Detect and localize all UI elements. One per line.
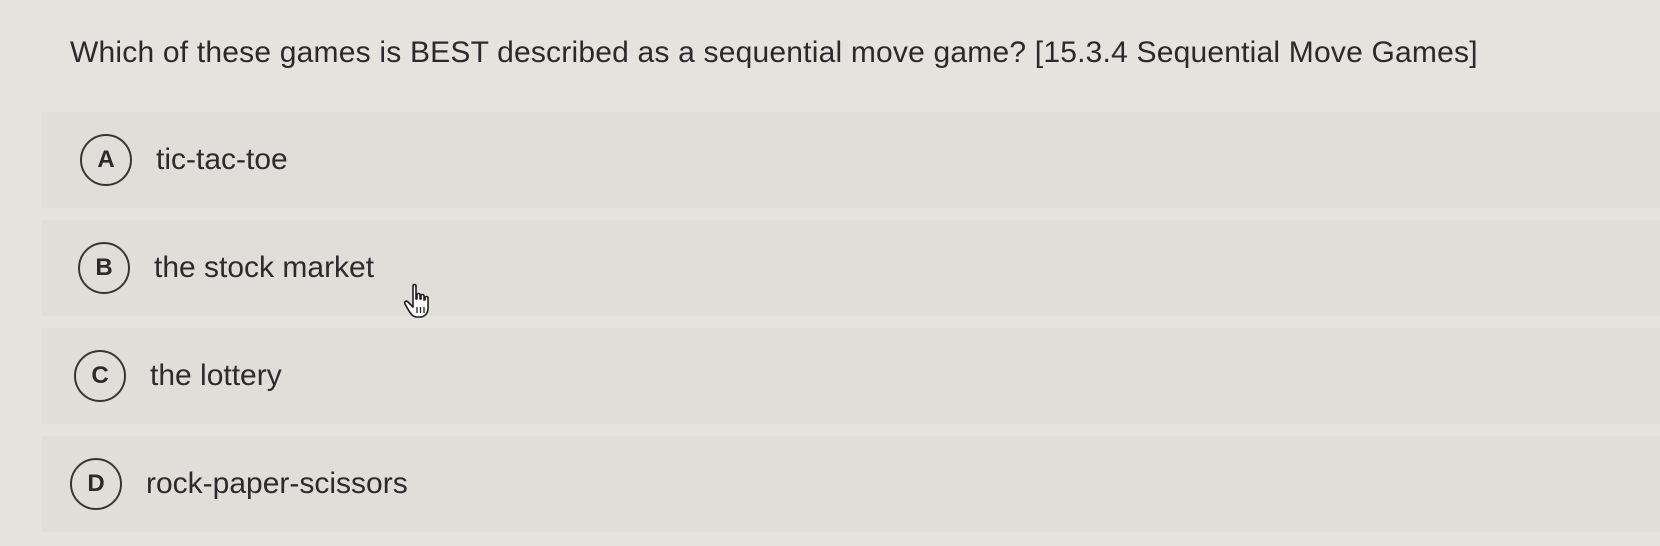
option-b-letter-badge: B bbox=[78, 242, 130, 294]
option-b[interactable]: B the stock market bbox=[42, 220, 1660, 316]
option-a[interactable]: A tic-tac-toe bbox=[42, 112, 1660, 208]
hand-pointer-icon bbox=[404, 283, 429, 318]
answer-options: A tic-tac-toe B the stock market C the l… bbox=[42, 112, 1660, 544]
option-d[interactable]: D rock-paper-scissors bbox=[42, 436, 1660, 532]
option-c-label: the lottery bbox=[150, 359, 282, 392]
option-d-letter-badge: D bbox=[70, 458, 122, 510]
option-b-label: the stock market bbox=[154, 251, 375, 284]
option-a-letter-badge: A bbox=[80, 134, 132, 186]
option-a-label: tic-tac-toe bbox=[156, 143, 288, 176]
question-text: Which of these games is BEST described a… bbox=[70, 36, 1478, 69]
option-c[interactable]: C the lottery bbox=[42, 328, 1660, 424]
option-d-label: rock-paper-scissors bbox=[146, 467, 408, 500]
option-c-letter-badge: C bbox=[74, 350, 126, 402]
